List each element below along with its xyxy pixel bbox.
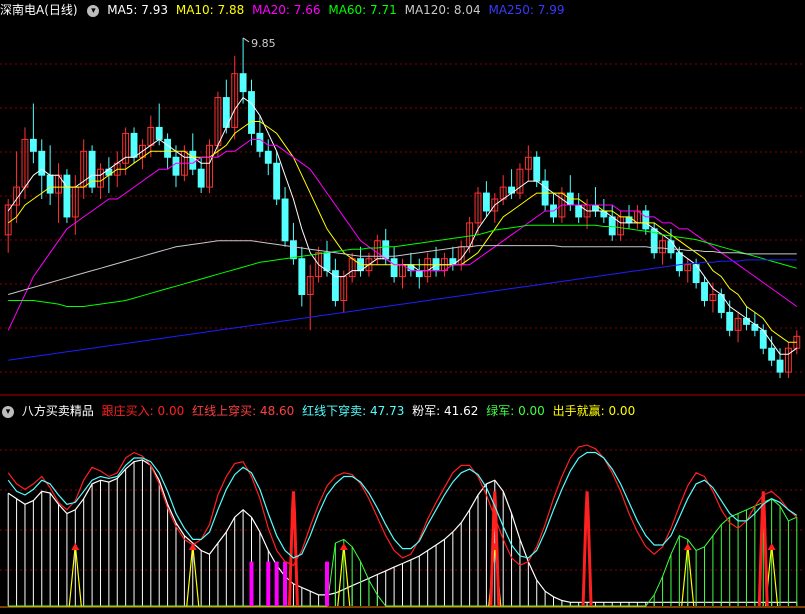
hongshang-label: 红线上穿买: 48.60 — [192, 404, 295, 418]
magenta-bar — [249, 561, 254, 606]
peak-label: 9.85 — [251, 37, 276, 50]
candle-down — [197, 168, 205, 188]
ma60-label: MA60: 7.71 — [328, 3, 397, 17]
magenta-bar — [274, 561, 279, 606]
indicator-title: 八方买卖精品 — [21, 404, 94, 418]
signal-arrow — [683, 542, 692, 550]
candle-down — [248, 91, 255, 134]
candle-down — [642, 210, 650, 230]
candle-down — [298, 258, 306, 296]
candle-down — [239, 73, 247, 93]
candle-down — [533, 156, 541, 182]
ma120-label: MA120: 8.04 — [404, 3, 481, 17]
ma250-label: MA250: 7.99 — [488, 3, 565, 17]
candle-down — [273, 162, 281, 200]
candle-down — [189, 150, 197, 170]
signal-arrow — [767, 542, 776, 550]
hongxia-label: 红线下穿卖: 47.73 — [302, 404, 405, 418]
candle-down — [155, 126, 163, 140]
magenta-bar — [266, 561, 271, 606]
ma10-line — [7, 121, 797, 343]
chart-canvas: 9.85 — [0, 37, 805, 608]
chushou-label: 出手就赢: 0.00 — [552, 404, 636, 418]
peak-marker — [242, 37, 250, 43]
candle-down — [256, 132, 264, 152]
candle-down — [776, 359, 784, 373]
candle-down — [600, 210, 608, 218]
lvjun-label: 绿军: 0.00 — [486, 404, 545, 418]
ma10-label: MA10: 7.88 — [175, 3, 245, 17]
candle-down — [281, 198, 289, 242]
candle-down — [63, 174, 71, 218]
candle-down — [667, 240, 675, 254]
candle-down — [38, 150, 46, 176]
candle-down — [29, 138, 37, 152]
magenta-bar — [324, 561, 329, 606]
fenjun-label: 粉军: 41.62 — [412, 404, 479, 418]
candle-down — [88, 150, 96, 188]
price-legend: 深南电A(日线) ▾ MA5: 7.93 MA10: 7.88 MA20: 7.… — [0, 0, 569, 20]
candle-down — [675, 252, 683, 272]
candle-down — [130, 132, 138, 158]
magenta-bar — [283, 561, 288, 606]
candle-down — [172, 156, 180, 176]
hongshang-line — [7, 444, 798, 567]
candle-down — [164, 138, 172, 158]
chevron-down-icon[interactable]: ▾ — [2, 405, 14, 418]
genzhuang-spike — [581, 491, 593, 607]
chevron-down-icon[interactable]: ▾ — [87, 4, 100, 17]
signal-arrow — [71, 542, 80, 550]
signal-arrow — [188, 542, 197, 550]
ma5-label: MA5: 7.93 — [107, 3, 169, 17]
candle-down — [390, 258, 398, 278]
genzhuang-label: 跟庄买入: 0.00 — [101, 404, 185, 418]
candle-down — [768, 347, 776, 361]
candle-down — [46, 174, 54, 194]
stock-title: 深南电A(日线) — [0, 3, 78, 17]
candle-down — [608, 216, 616, 236]
indicator-legend: ▾ 八方买卖精品 跟庄买入: 0.00 红线上穿买: 48.60 红线下穿卖: … — [0, 401, 639, 421]
signal-arrow — [339, 542, 348, 550]
ma20-label: MA20: 7.66 — [252, 3, 321, 17]
stock-chart-window: 9.85 深南电A(日线) ▾ MA5: 7.93 MA10: 7.88 MA2… — [0, 0, 805, 614]
candle-down — [482, 192, 490, 212]
candle-down — [415, 270, 423, 278]
candle-down — [290, 240, 297, 260]
candle-down — [323, 252, 331, 272]
ma5-line — [7, 96, 798, 355]
candle-down — [726, 311, 734, 331]
candle-down — [701, 282, 708, 301]
candle-down — [264, 150, 272, 164]
